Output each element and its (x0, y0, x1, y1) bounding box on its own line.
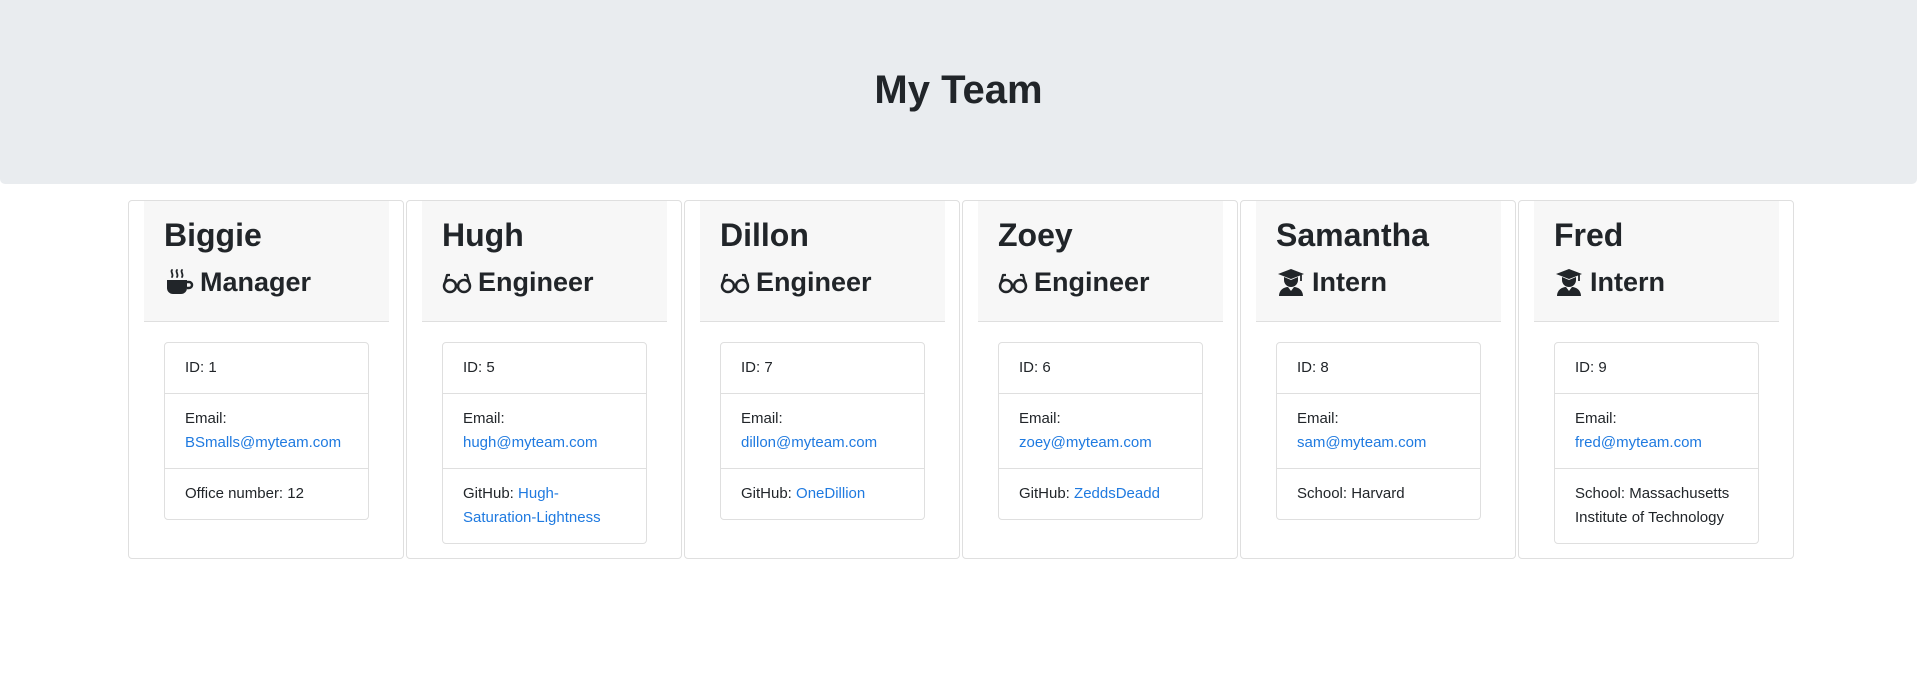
employee-card: Hugh Engineer ID: 5 Email: hugh@myteam.c… (406, 200, 682, 559)
employee-details: ID: 9 Email: fred@myteam.com School: Mas… (1554, 342, 1759, 544)
email-link[interactable]: dillon@myteam.com (741, 434, 877, 451)
role-label: Intern (1312, 267, 1388, 297)
employee-email: Email: zoey@myteam.com (999, 393, 1202, 468)
email-link[interactable]: hugh@myteam.com (463, 434, 597, 451)
employee-id: ID: 8 (1297, 359, 1329, 376)
github: GitHub: ZeddsDeadd (999, 468, 1202, 519)
employee-name: Samantha (1276, 217, 1429, 253)
role-label: Engineer (1034, 267, 1150, 297)
role-label: Intern (1590, 267, 1666, 297)
employee-card: Zoey Engineer ID: 6 Email: zoey@myteam.c… (962, 200, 1238, 559)
employee-name: Dillon (720, 217, 809, 253)
card-header: Fred Intern (1534, 201, 1779, 322)
employee-email: Email: dillon@myteam.com (721, 393, 924, 468)
employee-card: Samantha Intern ID: 8 Email: sam@myteam.… (1240, 200, 1516, 559)
glasses-icon (720, 267, 750, 297)
email-label: Email: (1297, 410, 1339, 427)
employee-id: ID: 5 (463, 359, 495, 376)
employee-details: ID: 8 Email: sam@myteam.com School: Harv… (1276, 342, 1481, 520)
employee-role: Manager (164, 264, 311, 300)
email-label: Email: (1575, 410, 1617, 427)
employee-card: Dillon Engineer ID: 7 Email: dillon@myte… (684, 200, 960, 559)
email-label: Email: (1019, 410, 1061, 427)
card-header: Biggie Manager (144, 201, 389, 322)
github: GitHub: Hugh-Saturation-Lightness (443, 468, 646, 543)
employee-role: Engineer (720, 264, 872, 300)
email-link[interactable]: sam@myteam.com (1297, 434, 1426, 451)
employee-details: ID: 7 Email: dillon@myteam.com GitHub: O… (720, 342, 925, 520)
team-cards: Biggie Manager ID: 1 Email: BSmalls@myte… (128, 200, 1796, 559)
graduate-icon (1276, 267, 1306, 297)
github-link[interactable]: OneDillion (796, 485, 865, 502)
page-title: My Team (874, 68, 1043, 112)
employee-name: Zoey (998, 217, 1073, 253)
employee-role: Intern (1554, 264, 1665, 300)
email-label: Email: (185, 410, 227, 427)
email-label: Email: (741, 410, 783, 427)
github: GitHub: OneDillion (721, 468, 924, 519)
employee-role: Engineer (998, 264, 1150, 300)
employee-email: Email: sam@myteam.com (1277, 393, 1480, 468)
page-header: My Team (0, 0, 1917, 184)
employee-id: ID: 6 (1019, 359, 1051, 376)
employee-email: Email: hugh@myteam.com (443, 393, 646, 468)
employee-details: ID: 6 Email: zoey@myteam.com GitHub: Zed… (998, 342, 1203, 520)
employee-card: Biggie Manager ID: 1 Email: BSmalls@myte… (128, 200, 404, 559)
employee-name: Fred (1554, 217, 1624, 253)
email-link[interactable]: fred@myteam.com (1575, 434, 1702, 451)
glasses-icon (442, 267, 472, 297)
glasses-icon (998, 267, 1028, 297)
employee-card: Fred Intern ID: 9 Email: fred@myteam.com… (1518, 200, 1794, 559)
school: School: Massachusetts Institute of Techn… (1555, 468, 1758, 543)
employee-details: ID: 1 Email: BSmalls@myteam.com Office n… (164, 342, 369, 520)
card-header: Hugh Engineer (422, 201, 667, 322)
card-header: Samantha Intern (1256, 201, 1501, 322)
role-label: Engineer (478, 267, 594, 297)
email-label: Email: (463, 410, 505, 427)
github-label: GitHub: (1019, 485, 1075, 502)
github-label: GitHub: (463, 485, 519, 502)
employee-id: ID: 9 (1575, 359, 1607, 376)
email-link[interactable]: zoey@myteam.com (1019, 434, 1152, 451)
school: School: Harvard (1277, 468, 1480, 519)
employee-role: Engineer (442, 264, 594, 300)
card-header: Zoey Engineer (978, 201, 1223, 322)
coffee-icon (164, 267, 194, 297)
employee-role: Intern (1276, 264, 1387, 300)
card-header: Dillon Engineer (700, 201, 945, 322)
github-label: GitHub: (741, 485, 797, 502)
employee-id: ID: 1 (185, 359, 217, 376)
employee-details: ID: 5 Email: hugh@myteam.com GitHub: Hug… (442, 342, 647, 544)
graduate-icon (1554, 267, 1584, 297)
role-label: Manager (200, 267, 312, 297)
github-link[interactable]: ZeddsDeadd (1074, 485, 1160, 502)
email-link[interactable]: BSmalls@myteam.com (185, 434, 341, 451)
employee-id: ID: 7 (741, 359, 773, 376)
employee-email: Email: fred@myteam.com (1555, 393, 1758, 468)
role-label: Engineer (756, 267, 872, 297)
office-number: Office number: 12 (165, 468, 368, 519)
employee-name: Biggie (164, 217, 262, 253)
employee-email: Email: BSmalls@myteam.com (165, 393, 368, 468)
employee-name: Hugh (442, 217, 524, 253)
